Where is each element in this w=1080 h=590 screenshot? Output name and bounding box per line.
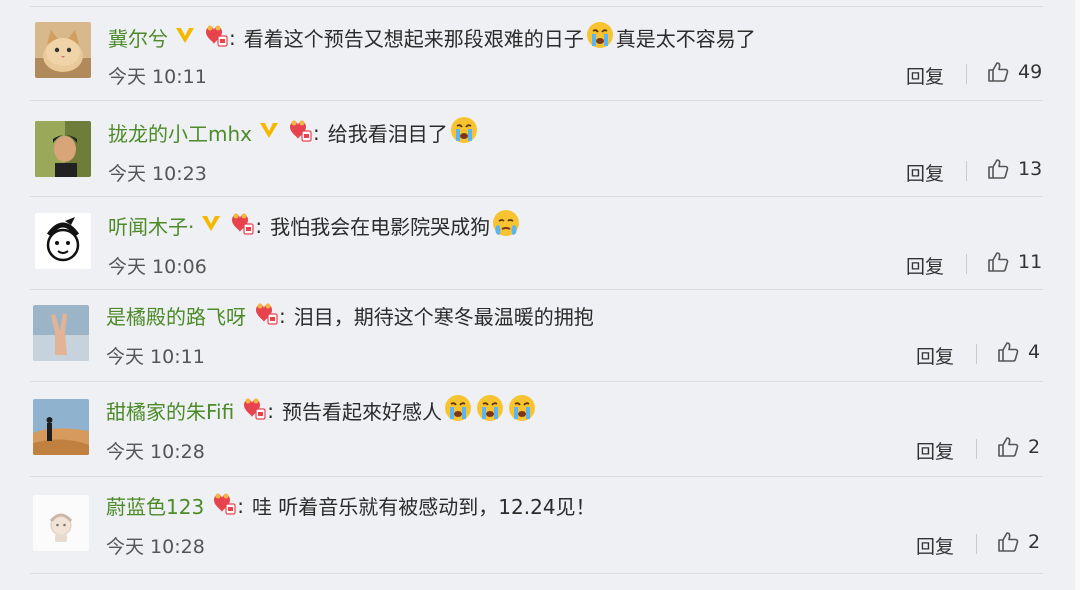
action-separator — [976, 534, 977, 554]
comment-time: 今天 10:06 — [108, 256, 207, 278]
thumbs-up-icon — [988, 159, 1009, 179]
divider — [30, 289, 1043, 290]
comment-line: 是橘殿的路飞呀 : 泪目，期待这个寒冬最温暖的拥抱 — [106, 300, 594, 331]
colon: : — [237, 493, 244, 518]
fan-heart-badge-icon — [200, 22, 228, 53]
comment-line: 冀尔兮 : 看着这个预告又想起来那段艰难的日子 真是太不容易了 — [108, 20, 756, 55]
divider — [30, 573, 1043, 574]
colon: : — [279, 303, 286, 328]
like-button[interactable]: 11 — [986, 250, 1042, 274]
thumbs-up-icon — [988, 62, 1009, 82]
action-separator — [966, 161, 967, 181]
username-link[interactable]: 拢龙的小工mhx — [108, 118, 252, 147]
divider — [30, 381, 1043, 382]
action-separator — [976, 439, 977, 459]
comment-time: 今天 10:28 — [106, 441, 205, 463]
comment-text: 哇 听着音乐就有被感动到，12.24见！ — [251, 495, 596, 519]
comment-line: 拢龙的小工mhx : 给我看泪目了 — [108, 115, 480, 150]
avatar[interactable] — [33, 495, 89, 551]
like-button[interactable]: 49 — [986, 60, 1042, 84]
crying-emoji-icon — [443, 393, 473, 428]
divider — [30, 476, 1043, 477]
verified-v-icon — [174, 25, 196, 50]
divider — [30, 100, 1043, 101]
reply-button[interactable]: 回复 — [916, 342, 954, 369]
fan-heart-badge-icon — [250, 300, 278, 331]
action-separator — [966, 64, 967, 84]
peace-hand-avatar-icon — [33, 305, 89, 361]
thumbs-up-icon — [988, 252, 1009, 272]
comment-text: 泪目，期待这个寒冬最温暖的拥抱 — [293, 305, 594, 329]
username-link[interactable]: 甜橘家的朱Fifi — [106, 396, 234, 425]
cat-photo-avatar-icon — [35, 22, 91, 78]
comment-text: 我怕我会在电影院哭成狗 — [270, 215, 491, 239]
avatar[interactable] — [33, 305, 89, 361]
reply-button[interactable]: 回复 — [906, 159, 944, 186]
colon: : — [267, 398, 274, 423]
reply-button[interactable]: 回复 — [906, 62, 944, 89]
comment-time: 今天 10:11 — [106, 346, 205, 368]
crying-emoji-icon — [475, 393, 505, 428]
crying-emoji-icon — [585, 20, 615, 55]
crying-emoji-icon — [507, 393, 537, 428]
like-count: 2 — [1028, 531, 1041, 553]
comment-line: 蔚蓝色123 : 哇 听着音乐就有被感动到，12.24见！ — [106, 490, 596, 521]
like-button[interactable]: 2 — [996, 435, 1040, 459]
comment-text-tail: 真是太不容易了 — [615, 27, 756, 51]
like-count: 4 — [1028, 341, 1041, 363]
fan-heart-badge-icon — [208, 490, 236, 521]
divider — [30, 196, 1043, 197]
avatar[interactable] — [35, 121, 91, 177]
desert-avatar-icon — [33, 399, 89, 455]
thumbs-up-icon — [998, 437, 1019, 457]
comment-text: 看着这个预告又想起来那段艰难的日子 — [243, 27, 584, 51]
divider — [30, 6, 1043, 7]
comment-text: 给我看泪目了 — [327, 122, 448, 146]
person-photo-avatar-icon — [35, 121, 91, 177]
reply-button[interactable]: 回复 — [906, 252, 944, 279]
comment-time: 今天 10:28 — [106, 536, 205, 558]
tears-emoji-icon — [491, 208, 521, 243]
like-count: 11 — [1018, 251, 1043, 273]
reply-button[interactable]: 回复 — [916, 532, 954, 559]
doll-avatar-icon — [33, 495, 89, 551]
comment-text: 预告看起來好感人 — [281, 400, 442, 424]
like-button[interactable]: 4 — [996, 340, 1040, 364]
like-count: 2 — [1028, 436, 1041, 458]
cartoon-avatar-icon — [35, 213, 91, 269]
action-separator — [966, 254, 967, 274]
page-edge — [1075, 0, 1080, 590]
fan-heart-badge-icon — [284, 117, 312, 148]
avatar[interactable] — [35, 22, 91, 78]
fan-heart-badge-icon — [238, 395, 266, 426]
like-count: 49 — [1018, 61, 1043, 83]
verified-v-icon — [258, 120, 280, 145]
comment-line: 听闻木子· : 我怕我会在电影院哭成狗 — [108, 208, 522, 243]
like-button[interactable]: 13 — [986, 157, 1042, 181]
avatar[interactable] — [33, 399, 89, 455]
comment-list: 冀尔兮 : 看着这个预告又想起来那段艰难的日子 真是太不容易了 今天 10:11… — [0, 0, 1075, 590]
thumbs-up-icon — [998, 342, 1019, 362]
thumbs-up-icon — [998, 532, 1019, 552]
avatar[interactable] — [35, 213, 91, 269]
fan-heart-badge-icon — [226, 210, 254, 241]
colon: : — [313, 120, 320, 145]
username-link[interactable]: 是橘殿的路飞呀 — [106, 301, 246, 330]
comment-line: 甜橘家的朱Fifi : 预告看起來好感人 — [106, 393, 538, 428]
colon: : — [255, 213, 263, 238]
comment-time: 今天 10:23 — [108, 163, 207, 185]
like-button[interactable]: 2 — [996, 530, 1040, 554]
reply-button[interactable]: 回复 — [916, 437, 954, 464]
crying-emoji-icon — [449, 115, 479, 150]
like-count: 13 — [1018, 158, 1043, 180]
action-separator — [976, 344, 977, 364]
verified-v-icon — [200, 213, 222, 238]
username-link[interactable]: 蔚蓝色123 — [106, 491, 204, 520]
comment-time: 今天 10:11 — [108, 66, 207, 88]
username-link[interactable]: 听闻木子· — [108, 211, 194, 240]
colon: : — [229, 25, 236, 50]
username-link[interactable]: 冀尔兮 — [108, 23, 168, 52]
